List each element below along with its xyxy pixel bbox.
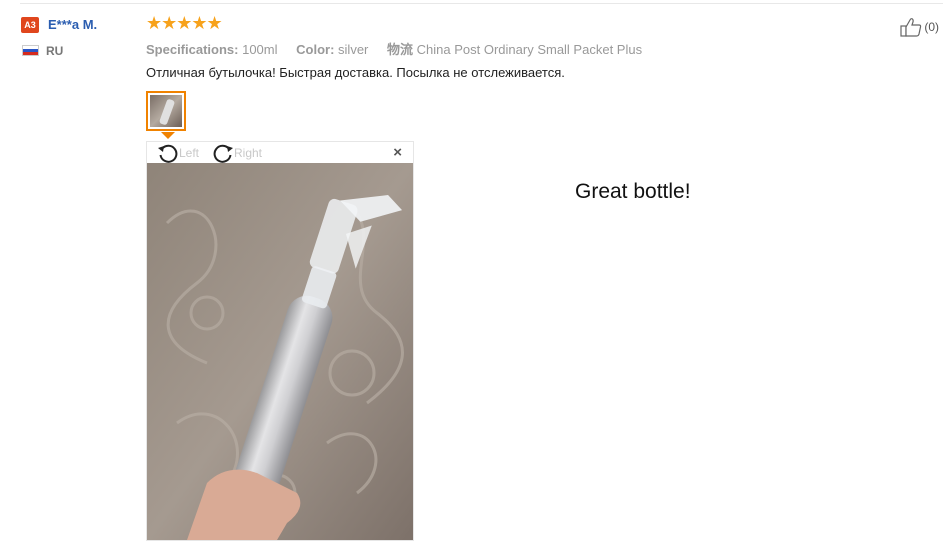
rotate-right-icon bbox=[213, 144, 233, 163]
rotate-left-button[interactable]: Left bbox=[157, 143, 199, 163]
review-photo-thumbnail[interactable] bbox=[146, 91, 186, 131]
color-value: silver bbox=[338, 42, 369, 57]
user-name: E***a M. bbox=[48, 17, 98, 32]
image-viewer-toolbar: Left Right × bbox=[147, 142, 413, 163]
spec-label: Specifications: bbox=[146, 42, 239, 57]
logistics-label: 物流 bbox=[387, 42, 414, 57]
image-viewer: Left Right × bbox=[146, 141, 414, 541]
rotate-left-label: Left bbox=[179, 146, 200, 160]
image-caption: Great bottle! bbox=[575, 180, 691, 203]
rotate-right-button[interactable]: Right bbox=[212, 143, 262, 163]
rating-stars: ★★★★★ bbox=[146, 13, 223, 33]
color-label: Color: bbox=[296, 42, 335, 57]
review-photo bbox=[147, 163, 413, 540]
helpful-count: (0) bbox=[924, 20, 939, 34]
helpful-button[interactable]: (0) bbox=[900, 17, 939, 37]
country-code: RU bbox=[46, 44, 64, 58]
logistics-value: China Post Ordinary Small Packet Plus bbox=[416, 42, 643, 57]
rotate-left-icon bbox=[158, 144, 178, 163]
review-text: Отличная бутылочка! Быстрая доставка. По… bbox=[146, 65, 565, 80]
country-flag-icon bbox=[22, 45, 39, 56]
spec-value: 100ml bbox=[242, 42, 278, 57]
close-viewer-button[interactable]: × bbox=[393, 144, 402, 161]
order-specifications: Specifications: 100ml Color: silver 物流 C… bbox=[146, 39, 642, 58]
rotate-right-label: Right bbox=[234, 146, 263, 160]
thumbs-up-icon bbox=[900, 18, 922, 37]
user-level-badge: A3 bbox=[21, 17, 39, 33]
thumbnail-pointer bbox=[161, 132, 175, 139]
top-divider bbox=[20, 3, 943, 4]
